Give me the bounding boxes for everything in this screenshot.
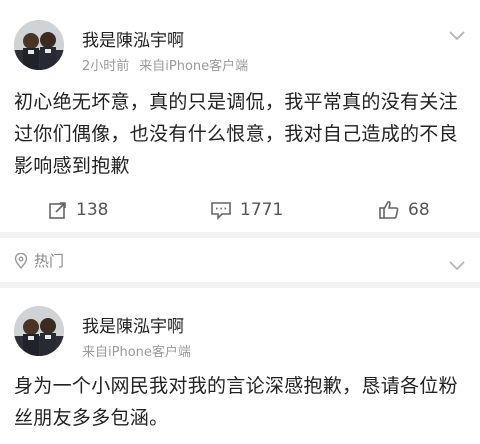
post-content: 初心绝无坏意，真的只是调侃，我平常真的没有关注过你们偶像，也没有什么恨意，我对自… — [14, 91, 458, 177]
repost-count: 138 — [76, 200, 109, 220]
username[interactable]: 我是陳泓宇啊 — [82, 26, 184, 51]
hot-section-header: 热门 — [0, 238, 480, 282]
like-button[interactable]: 68 — [378, 192, 430, 228]
post-source: 来自iPhone客户端 — [139, 59, 249, 74]
comment-icon — [211, 202, 231, 220]
post-source: 来自iPhone客户端 — [82, 345, 191, 360]
chevron-down-icon[interactable] — [448, 260, 466, 272]
location-pin-icon — [14, 252, 28, 269]
comment-count: 1771 — [240, 200, 284, 220]
comment-button[interactable]: 1771 — [210, 192, 283, 228]
hot-label[interactable]: 热门 — [14, 250, 64, 271]
weibo-post-1: 我是陳泓宇啊 2小时前 来自iPhone客户端 初心绝无坏意，真的只是调侃，我平常… — [0, 0, 480, 232]
post-content: 身为一个小网民我对我的言论深感抱歉，恳请各位粉丝朋友多多包涵。 — [14, 375, 458, 429]
avatar[interactable] — [14, 306, 64, 356]
repost-button[interactable]: 138 — [48, 192, 108, 228]
hot-section-label: 热门 — [34, 252, 65, 270]
post-actions: 138 1771 68 — [0, 192, 480, 228]
avatar[interactable] — [14, 20, 64, 70]
post-time: 2小时前 — [82, 59, 130, 74]
thumbs-up-icon — [379, 200, 399, 219]
post-meta: 2小时前 来自iPhone客户端 — [82, 55, 248, 74]
avatar-photo — [14, 306, 64, 356]
repost-icon — [49, 202, 66, 219]
chevron-down-icon[interactable] — [448, 30, 466, 42]
avatar-photo — [14, 20, 64, 70]
weibo-post-2: 我是陳泓宇啊 来自iPhone客户端 身为一个小网民我对我的言论深感抱歉，恳请各… — [0, 288, 480, 444]
username[interactable]: 我是陳泓宇啊 — [82, 312, 184, 337]
post-meta: 来自iPhone客户端 — [82, 341, 191, 360]
like-count: 68 — [408, 200, 430, 220]
